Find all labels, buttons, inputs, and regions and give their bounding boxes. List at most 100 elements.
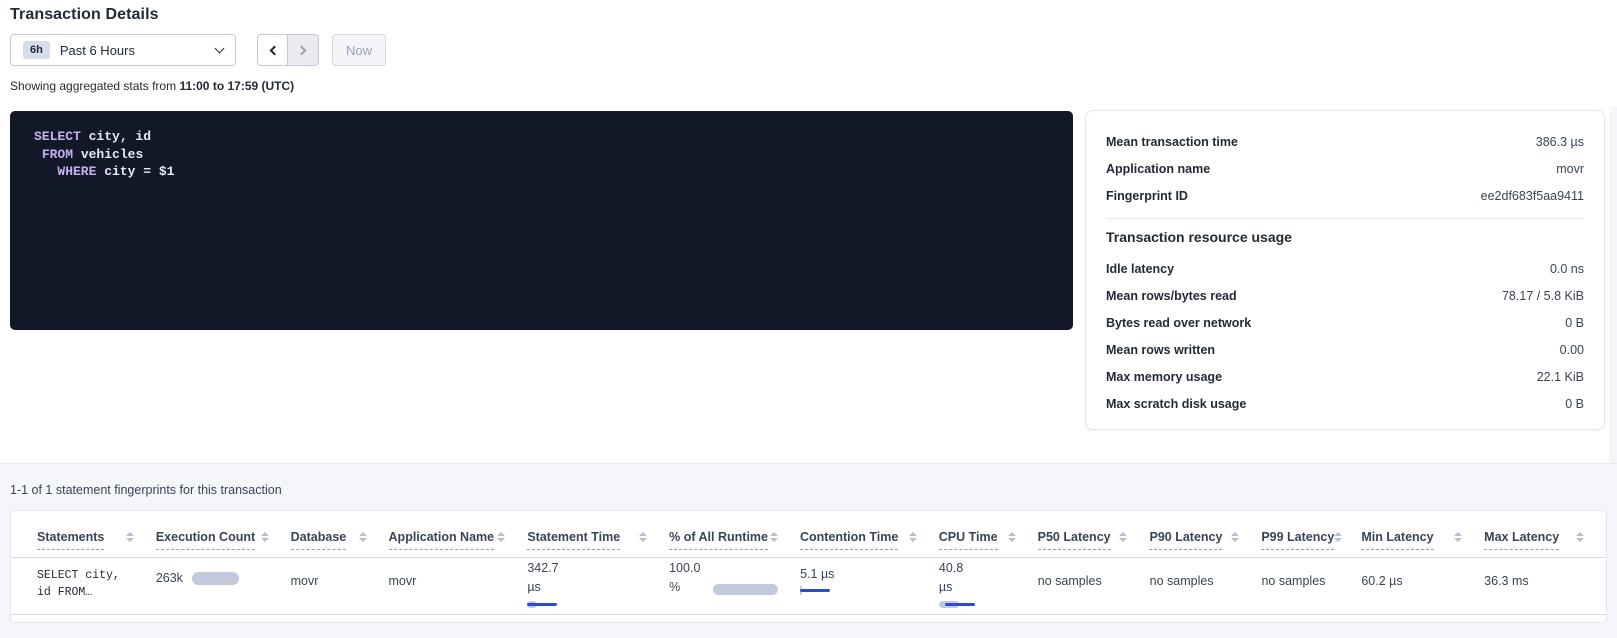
statement-text-line1: SELECT city, bbox=[37, 567, 134, 584]
statements-caption: 1-1 of 1 statement fingerprints for this… bbox=[10, 483, 282, 497]
cell-execution-count: 263k bbox=[156, 558, 291, 614]
stat-label: Mean transaction time bbox=[1106, 135, 1238, 149]
runtime-pct-unit: % bbox=[669, 578, 700, 597]
sort-icon bbox=[359, 532, 367, 542]
cell-max-latency: 36.3 ms bbox=[1484, 558, 1606, 614]
sql-line: SELECT city, id bbox=[34, 128, 1049, 146]
stat-row: Mean rows written 0.00 bbox=[1106, 336, 1584, 363]
statement-time-bar bbox=[527, 601, 647, 610]
contention-time-bar bbox=[800, 587, 917, 596]
sort-icon bbox=[770, 532, 778, 542]
execution-count-value: 263k bbox=[156, 571, 183, 585]
statement-time-unit: µs bbox=[527, 578, 647, 597]
stat-value: 0 B bbox=[1565, 316, 1584, 330]
column-header-label: Statements bbox=[37, 530, 104, 550]
column-header-contention-time[interactable]: Contention Time bbox=[800, 530, 939, 557]
runtime-pct-value: 100.0 bbox=[669, 559, 700, 578]
previous-time-interval-button[interactable] bbox=[257, 34, 288, 66]
chevron-right-icon bbox=[297, 45, 307, 55]
stat-value: 22.1 KiB bbox=[1537, 370, 1584, 384]
cell-database: movr bbox=[291, 558, 389, 614]
stat-row: Mean transaction time386.3 µs bbox=[1106, 128, 1584, 155]
stat-label: Max memory usage bbox=[1106, 370, 1222, 384]
column-header-of-all-runtime[interactable]: % of All Runtime bbox=[669, 530, 800, 557]
sort-icon bbox=[497, 532, 505, 542]
resource-usage-heading: Transaction resource usage bbox=[1106, 229, 1584, 245]
page-title: Transaction Details bbox=[10, 6, 159, 24]
column-header-statements[interactable]: Statements bbox=[11, 530, 156, 557]
stat-label: Application name bbox=[1106, 162, 1210, 176]
chevron-down-icon bbox=[215, 44, 225, 54]
time-range-selector[interactable]: 6h Past 6 Hours bbox=[10, 34, 236, 66]
cell-min-latency: 60.2 µs bbox=[1361, 558, 1484, 614]
column-header-label: Statement Time bbox=[527, 530, 620, 550]
column-header-label: % of All Runtime bbox=[669, 530, 768, 550]
cell-contention-time: 5.1 µs bbox=[800, 558, 939, 614]
column-header-statement-time[interactable]: Statement Time bbox=[527, 530, 669, 557]
stat-value: 0.00 bbox=[1560, 343, 1584, 357]
execution-count-bar bbox=[192, 572, 239, 585]
column-header-cpu-time[interactable]: CPU Time bbox=[939, 530, 1038, 557]
sort-icon bbox=[1454, 532, 1462, 542]
contention-time-bar-line bbox=[800, 589, 830, 592]
stat-row: Application namemovr bbox=[1106, 155, 1584, 182]
runtime-pct-text: 100.0 % bbox=[669, 559, 700, 614]
summary-stats: Mean transaction time386.3 µsApplication… bbox=[1106, 128, 1584, 209]
column-header-min-latency[interactable]: Min Latency bbox=[1361, 530, 1484, 557]
column-header-execution-count[interactable]: Execution Count bbox=[156, 530, 291, 557]
sort-icon bbox=[126, 532, 134, 542]
column-header-database[interactable]: Database bbox=[291, 530, 389, 557]
stat-row: Bytes read over network 0 B bbox=[1106, 309, 1584, 336]
sql-box: SELECT city, id FROM vehicles WHERE city… bbox=[10, 111, 1073, 330]
column-header-p99-latency[interactable]: P99 Latency bbox=[1261, 530, 1361, 557]
statements-section: 1-1 of 1 statement fingerprints for this… bbox=[0, 463, 1617, 638]
cpu-time-value: 40.8 bbox=[939, 559, 1016, 578]
stat-label: Mean rows written bbox=[1106, 343, 1215, 357]
column-header-label: P90 Latency bbox=[1149, 530, 1222, 550]
column-header-p50-latency[interactable]: P50 Latency bbox=[1038, 530, 1150, 557]
statements-table: Statements Execution CountDatabaseApplica… bbox=[10, 510, 1607, 623]
sort-icon bbox=[1231, 532, 1239, 542]
stat-label: Fingerprint ID bbox=[1106, 189, 1188, 203]
stat-label: Mean rows/bytes read bbox=[1106, 289, 1237, 303]
stat-value: 78.17 / 5.8 KiB bbox=[1502, 289, 1584, 303]
cpu-time-bar bbox=[939, 601, 1016, 610]
column-header-label: Min Latency bbox=[1361, 530, 1433, 550]
stat-row: Idle latency0.0 ns bbox=[1106, 255, 1584, 282]
aggregation-range-value: 11:00 to 17:59 (UTC) bbox=[179, 79, 294, 93]
next-time-interval-button[interactable] bbox=[288, 34, 319, 66]
column-header-application-name[interactable]: Application Name bbox=[389, 530, 528, 557]
cell-runtime-pct: 100.0 % bbox=[669, 558, 800, 614]
column-header-p90-latency[interactable]: P90 Latency bbox=[1149, 530, 1261, 557]
table-header-row: Statements Execution CountDatabaseApplica… bbox=[11, 511, 1606, 558]
cell-cpu-time: 40.8 µs bbox=[939, 558, 1038, 614]
table-row: SELECT city, id FROM… 263k movr movr 342… bbox=[11, 558, 1606, 615]
column-header-max-latency[interactable]: Max Latency bbox=[1484, 530, 1606, 557]
statement-text-line2: id FROM… bbox=[37, 584, 134, 601]
right-gutter bbox=[1609, 107, 1617, 463]
cell-statement-link[interactable]: SELECT city, id FROM… bbox=[11, 558, 156, 614]
stat-label: Bytes read over network bbox=[1106, 316, 1251, 330]
stat-row: Fingerprint IDee2df683f5aa9411 bbox=[1106, 182, 1584, 209]
cpu-time-bar-line bbox=[945, 603, 975, 606]
contention-time-value: 5.1 µs bbox=[800, 565, 917, 583]
aggregation-range-text: Showing aggregated stats from 11:00 to 1… bbox=[10, 79, 294, 93]
time-range-badge: 6h bbox=[23, 41, 50, 59]
now-button[interactable]: Now bbox=[332, 34, 386, 66]
statement-time-value: 342.7 bbox=[527, 559, 647, 578]
cell-p50-latency: no samples bbox=[1038, 558, 1150, 614]
transaction-details-header-section: Transaction Details 6h Past 6 Hours Now … bbox=[0, 0, 1617, 463]
column-header-label: Contention Time bbox=[800, 530, 898, 550]
transaction-summary-card: Mean transaction time386.3 µsApplication… bbox=[1085, 110, 1605, 430]
stat-value: 0 B bbox=[1565, 397, 1584, 411]
stat-label: Idle latency bbox=[1106, 262, 1174, 276]
stat-row: Max scratch disk usage0 B bbox=[1106, 390, 1584, 417]
chevron-left-icon bbox=[269, 45, 279, 55]
column-header-label: Application Name bbox=[389, 530, 495, 550]
sort-icon bbox=[639, 532, 647, 542]
resource-stats: Idle latency0.0 ns Mean rows/bytes read 78… bbox=[1106, 255, 1584, 417]
stat-row: Max memory usage 22.1 KiB bbox=[1106, 363, 1584, 390]
sort-icon bbox=[909, 532, 917, 542]
column-header-label: Max Latency bbox=[1484, 530, 1559, 550]
column-header-label: CPU Time bbox=[939, 530, 998, 550]
